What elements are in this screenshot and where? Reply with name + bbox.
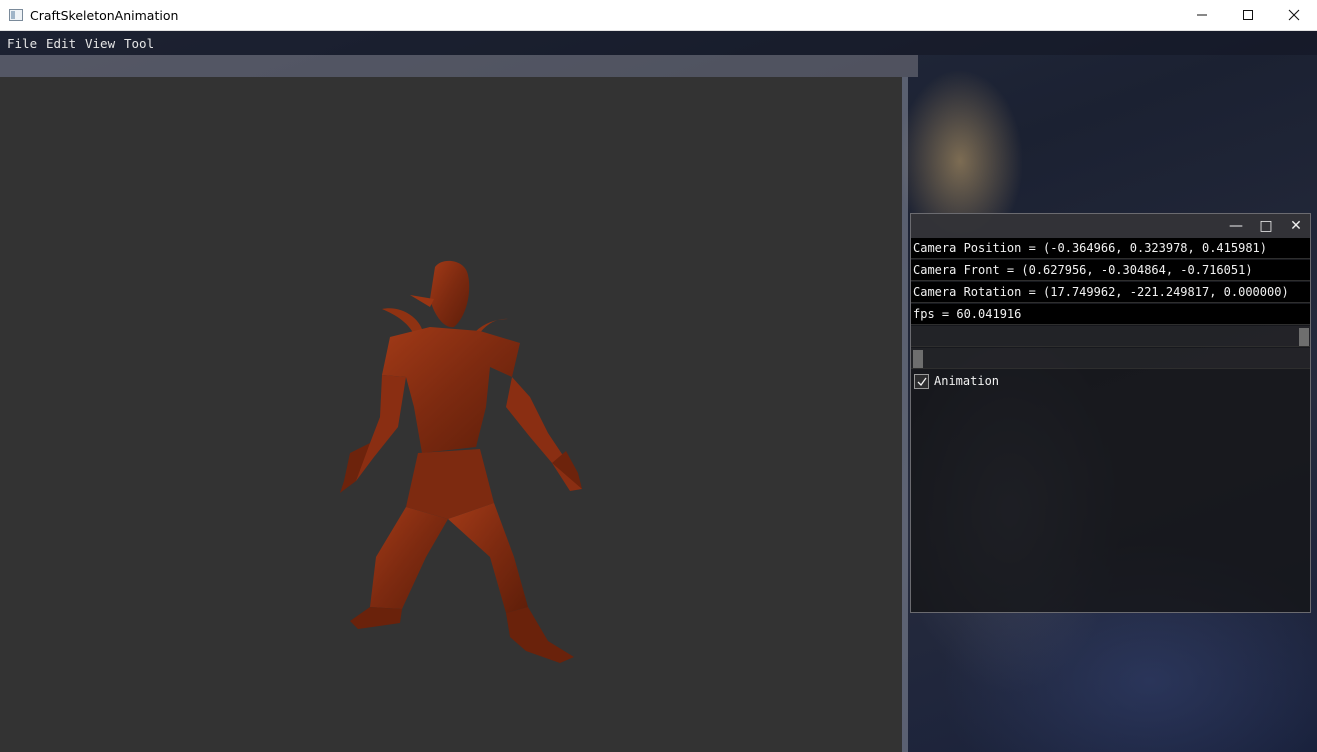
menu-edit[interactable]: Edit bbox=[46, 36, 76, 51]
minimize-button[interactable] bbox=[1179, 0, 1225, 31]
slider-track-1[interactable] bbox=[911, 326, 1310, 347]
slider-track-2[interactable] bbox=[911, 348, 1310, 369]
menu-view[interactable]: View bbox=[85, 36, 115, 51]
skeleton-model bbox=[340, 260, 582, 663]
panel-maximize-icon[interactable]: □ bbox=[1256, 217, 1276, 235]
menu-tool[interactable]: Tool bbox=[124, 36, 154, 51]
debug-panel[interactable]: — □ ✕ Camera Position = (-0.364966, 0.32… bbox=[910, 213, 1311, 613]
animation-checkbox-label: Animation bbox=[934, 374, 1000, 388]
viewport-header-strip bbox=[0, 55, 918, 77]
title-bar: CraftSkeletonAnimation bbox=[0, 0, 1317, 31]
slider-thumb-2[interactable] bbox=[913, 350, 923, 368]
debug-panel-title-bar[interactable]: — □ ✕ bbox=[911, 214, 1310, 238]
close-button[interactable] bbox=[1271, 0, 1317, 31]
fps-text: fps = 60.041916 bbox=[911, 304, 1310, 325]
camera-front-text: Camera Front = (0.627956, -0.304864, -0.… bbox=[911, 260, 1310, 281]
panel-minimize-icon[interactable]: — bbox=[1226, 217, 1246, 235]
minimize-icon bbox=[1197, 14, 1207, 16]
render-viewport[interactable] bbox=[0, 77, 902, 752]
slider-thumb-1[interactable] bbox=[1299, 328, 1309, 346]
checkmark-icon bbox=[917, 377, 927, 387]
maximize-icon bbox=[1243, 10, 1253, 20]
viewport-edge bbox=[902, 77, 908, 752]
close-icon bbox=[1288, 9, 1300, 21]
menu-file[interactable]: File bbox=[7, 36, 37, 51]
window-title: CraftSkeletonAnimation bbox=[30, 8, 179, 23]
panel-close-icon[interactable]: ✕ bbox=[1286, 217, 1306, 235]
menu-bar: File Edit View Tool bbox=[0, 31, 1317, 55]
app-icon bbox=[9, 9, 23, 21]
animation-checkbox[interactable] bbox=[914, 374, 929, 389]
maximize-button[interactable] bbox=[1225, 0, 1271, 31]
animation-checkbox-row[interactable]: Animation bbox=[911, 371, 1310, 393]
camera-position-text: Camera Position = (-0.364966, 0.323978, … bbox=[911, 238, 1310, 259]
camera-rotation-text: Camera Rotation = (17.749962, -221.24981… bbox=[911, 282, 1310, 303]
